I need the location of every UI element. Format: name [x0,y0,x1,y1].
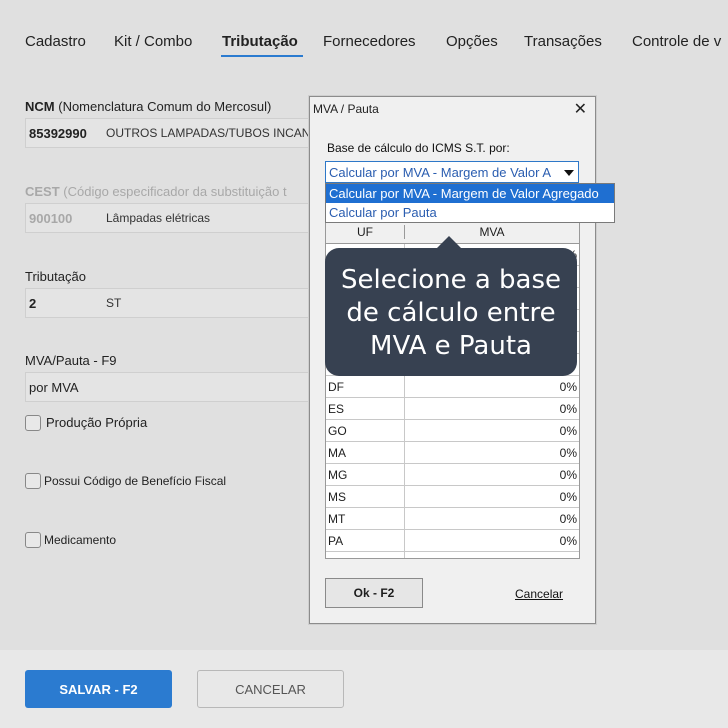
ncm-label: NCM (Nomenclatura Comum do Mercosul) [25,99,271,114]
active-tab-indicator [221,55,303,57]
cest-label-rest: (Código especificador da substituição t [63,184,287,199]
row-mva: 0% [559,534,577,548]
dialog-cancel-link[interactable]: Cancelar [515,587,563,601]
row-mva: 0% [559,380,577,394]
row-mva: 0% [559,468,577,482]
beneficio-fiscal-checkbox[interactable] [25,473,41,489]
table-row[interactable]: MA 0% [326,442,579,464]
row-mva: 0% [559,490,577,504]
table-row[interactable]: MT 0% [326,508,579,530]
row-uf: MS [328,490,346,504]
ncm-label-rest: (Nomenclatura Comum do Mercosul) [58,99,272,114]
medicamento-label: Medicamento [44,533,117,547]
table-row[interactable]: PA 0% [326,530,579,552]
table-row[interactable]: GO 0% [326,420,579,442]
cest-label: CEST (Código especificador da substituiç… [25,184,287,199]
tab-opcoes[interactable]: Opções [446,33,498,50]
row-uf: MT [328,512,346,526]
row-mva: 0% [559,402,577,416]
cest-code: 900100 [29,211,73,226]
row-uf: GO [328,424,347,438]
option-mva[interactable]: Calcular por MVA - Margem de Valor Agreg… [326,184,614,203]
tab-fornecedores[interactable]: Fornecedores [323,33,416,50]
medicamento-checkbox[interactable] [25,532,41,548]
row-uf: ES [328,402,345,416]
base-calculo-dropdown: Calcular por MVA - Margem de Valor Agreg… [325,183,615,223]
save-button[interactable]: SALVAR - F2 [25,670,172,708]
table-row[interactable]: DF 0% [326,376,579,398]
chevron-down-icon[interactable] [564,170,574,176]
row-uf: MA [328,446,346,460]
row-mva: 0% [559,512,577,526]
cancel-button[interactable]: CANCELAR [197,670,344,708]
tributacao-code: 2 [29,296,37,311]
tab-bar: Cadastro Kit / Combo Tributação Forneced… [0,0,728,70]
mva-pauta-value: por MVA [29,380,79,395]
tooltip-text: Selecione a base de cálculo entre MVA e … [340,265,562,361]
column-header-uf: UF [357,225,373,239]
option-pauta[interactable]: Calcular por Pauta [326,203,614,222]
row-uf: MG [328,468,348,482]
tributacao-description: ST [106,296,122,310]
table-row[interactable]: MG 0% [326,464,579,486]
row-mva: 0% [559,424,577,438]
row-uf: PB [328,556,344,558]
ok-button[interactable]: Ok - F2 [325,578,423,608]
ncm-description: OUTROS LAMPADAS/TUBOS INCAN [106,126,311,140]
ncm-code: 85392990 [29,126,87,141]
base-calculo-select[interactable]: Calcular por MVA - Margem de Valor A [325,161,579,183]
close-icon[interactable]: ✕ [574,99,587,119]
cest-description: Lâmpadas elétricas [106,211,211,225]
base-calculo-label: Base de cálculo do ICMS S.T. por: [327,141,510,155]
tab-cadastro[interactable]: Cadastro [25,33,86,50]
table-row[interactable]: ES 0% [326,398,579,420]
producao-propria-checkbox[interactable] [25,415,41,431]
tab-kit-combo[interactable]: Kit / Combo [114,33,192,50]
row-uf: PA [328,534,344,548]
ncm-label-bold: NCM [25,99,55,114]
dialog-title: MVA / Pauta [313,102,379,116]
row-uf: DF [328,380,344,394]
cest-label-bold: CEST [25,184,60,199]
table-row[interactable]: PB 0% [326,552,579,558]
tab-controle[interactable]: Controle de v [632,33,721,50]
tutorial-tooltip: Selecione a base de cálculo entre MVA e … [325,248,577,376]
base-calculo-selected-value: Calcular por MVA - Margem de Valor A [329,165,552,180]
tab-tributacao[interactable]: Tributação [222,33,298,50]
tab-transacoes[interactable]: Transações [524,33,602,50]
table-row[interactable]: MS 0% [326,486,579,508]
mva-pauta-label: MVA/Pauta - F9 [25,353,117,368]
producao-propria-label: Produção Própria [46,415,148,430]
tributacao-label: Tributação [25,269,86,284]
column-header-mva: MVA [404,225,579,239]
row-mva: 0% [560,556,577,558]
row-mva: 0% [559,446,577,460]
beneficio-fiscal-label: Possui Código de Benefício Fiscal [44,474,227,488]
